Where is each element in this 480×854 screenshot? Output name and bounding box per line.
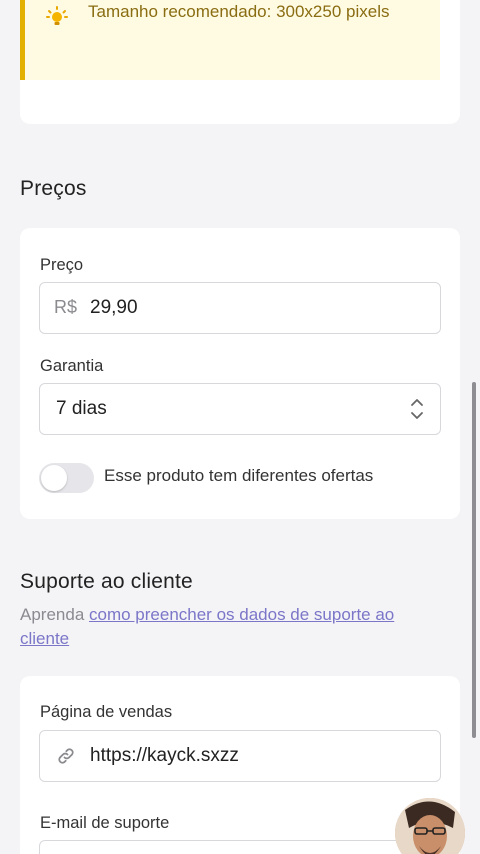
scrollbar[interactable] [472,382,476,738]
price-input[interactable]: R$ 29,90 [39,282,441,334]
warranty-value: 7 dias [56,398,107,419]
offers-toggle-label: Esse produto tem diferentes ofertas [104,466,374,485]
price-label: Preço [40,256,84,274]
lightbulb-icon [46,6,68,25]
page: Tamanho recomendado: 300x250 pixels Preç… [0,0,480,854]
link-icon [58,748,74,764]
warranty-label: Garantia [40,357,104,375]
offers-toggle[interactable] [39,463,94,493]
support-description: Aprenda como preencher os dados de supor… [20,603,440,651]
sales-page-input[interactable]: https://kayck.sxzz [39,730,441,782]
support-email-label: E-mail de suporte [40,814,170,832]
support-description-prefix: Aprenda [20,605,89,624]
support-email-input[interactable] [39,840,441,854]
sales-page-label: Página de vendas [40,703,173,721]
price-value: 29,90 [90,297,138,318]
image-size-tip-text: Tamanho recomendado: 300x250 pixels [88,2,390,21]
pricing-section-title: Preços [20,177,87,200]
support-section-title: Suporte ao cliente [20,570,193,593]
currency-prefix: R$ [54,297,78,317]
select-arrows-icon [411,399,423,419]
warranty-select[interactable]: 7 dias [39,383,441,435]
sales-page-value: https://kayck.sxzz [90,745,239,766]
toggle-knob [41,465,67,491]
